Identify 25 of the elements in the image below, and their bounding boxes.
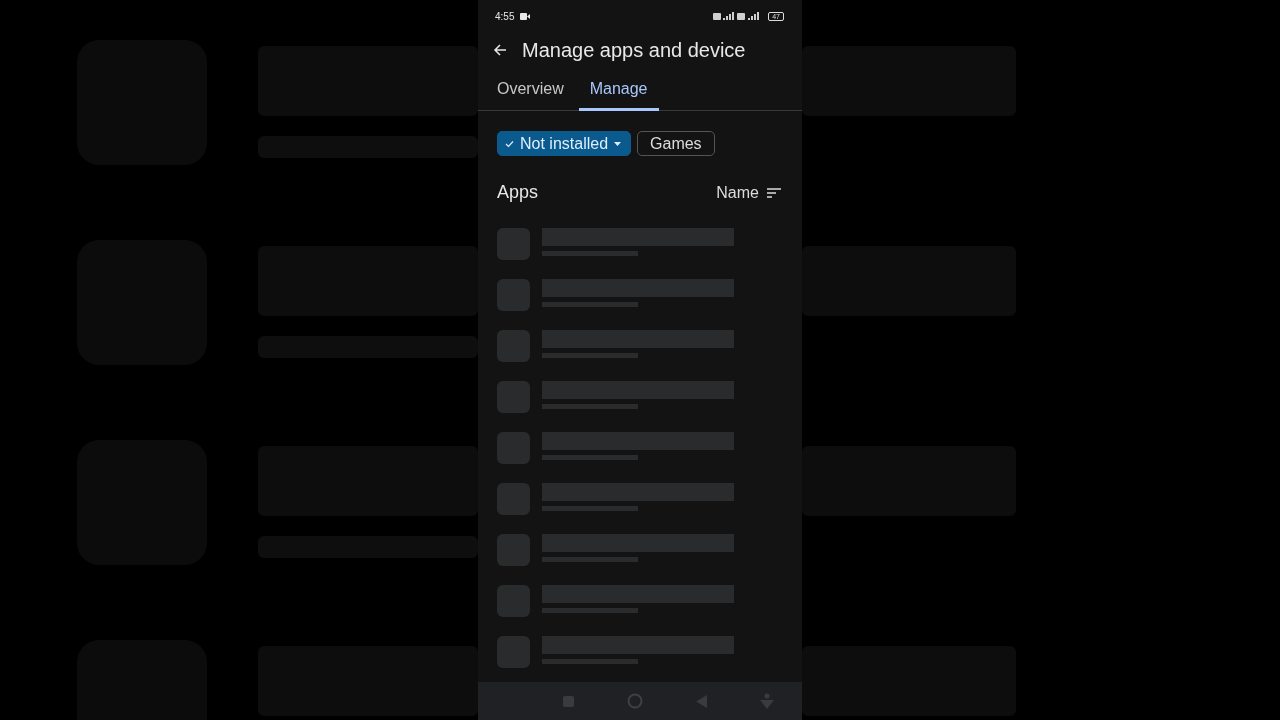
section-heading: Apps	[497, 182, 539, 203]
tab[interactable]: Overview	[486, 72, 575, 111]
app-icon-placeholder	[497, 330, 530, 362]
app-icon-placeholder	[497, 534, 530, 566]
app-icon-placeholder	[497, 228, 530, 260]
app-icon-placeholder	[497, 381, 530, 413]
page-title: Manage apps and device	[522, 38, 746, 62]
back-arrow-icon[interactable]	[492, 42, 508, 58]
video-camera-icon	[520, 12, 531, 20]
tab[interactable]: Manage	[578, 72, 659, 111]
back-nav-icon[interactable]	[696, 694, 707, 708]
sort-icon	[767, 187, 781, 198]
filter-chip[interactable]: Not installed	[497, 131, 632, 156]
app-icon-placeholder	[497, 279, 530, 311]
down-arrow-nav-icon[interactable]	[760, 693, 774, 709]
sort-button[interactable]: Name	[716, 183, 781, 202]
app-icon-placeholder	[497, 636, 530, 668]
status-time: 4:55	[495, 10, 515, 22]
home-nav-icon[interactable]	[627, 693, 643, 709]
app-icon-placeholder	[497, 585, 530, 617]
app-icon-placeholder	[497, 432, 530, 464]
check-icon	[505, 139, 514, 148]
square-nav-icon[interactable]	[563, 695, 574, 707]
filter-chip[interactable]: Games	[637, 131, 715, 156]
app-icon-placeholder	[497, 483, 530, 515]
